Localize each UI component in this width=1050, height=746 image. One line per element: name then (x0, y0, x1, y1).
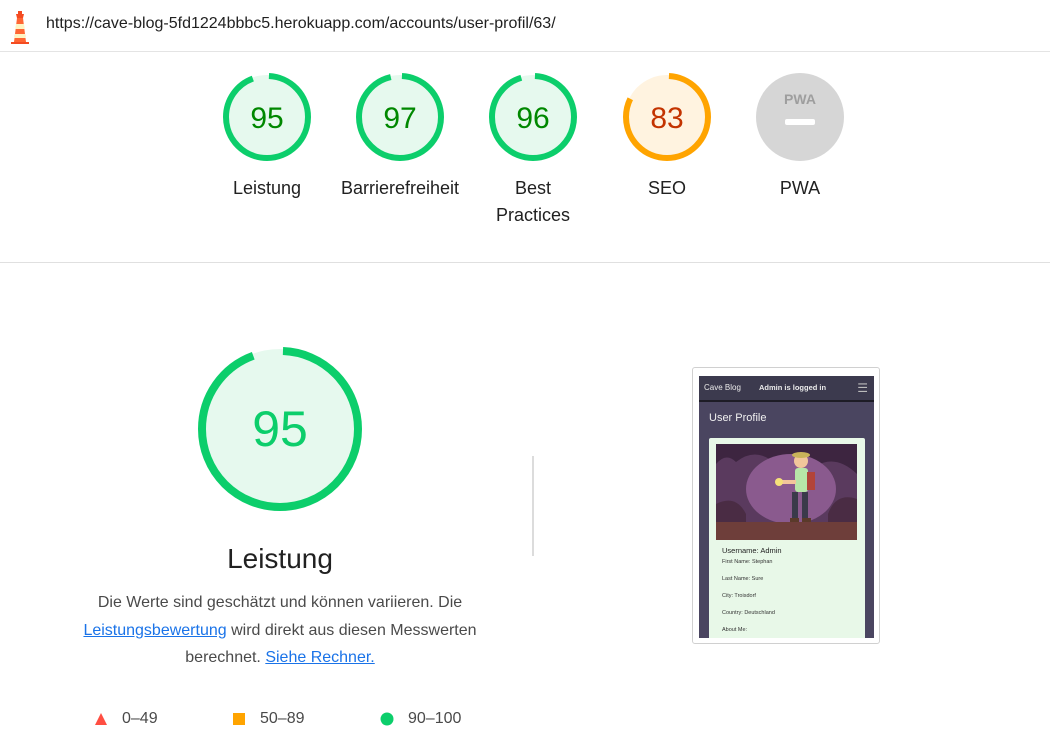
gauge-leistung[interactable]: 95 Leistung (197, 72, 337, 202)
gauge-ring: 95 (223, 73, 311, 161)
square-icon (233, 713, 245, 725)
screenshot-page-title: User Profile (709, 412, 767, 424)
circle-icon (380, 712, 394, 726)
desc-text-1: Die Werte sind geschätzt und können vari… (97, 594, 463, 611)
performance-section: 95 Leistung Die Werte sind geschätzt und… (70, 345, 490, 672)
gauge-seo[interactable]: 83 SEO (597, 72, 737, 202)
hamburger-icon: ☰ (857, 381, 868, 395)
cave-explorer-image (716, 444, 857, 540)
gauge-best-practices[interactable]: 96 Best Practices (463, 72, 603, 229)
siehe-rechner-link[interactable]: Siehe Rechner. (265, 649, 374, 666)
profile-row: Country: Deutschland (722, 610, 775, 616)
gauge-ring: 97 (356, 73, 444, 161)
pwa-badge-icon: PWA (756, 73, 844, 161)
screenshot-login-status: Admin is logged in (759, 383, 827, 392)
performance-score: 95 (252, 401, 308, 457)
gauge-score: 83 (650, 102, 683, 135)
legend-fail-label: 0–49 (122, 710, 158, 727)
leistungsbewertung-link[interactable]: Leistungsbewertung (83, 622, 226, 639)
score-gauges: 95 Leistung 97 Barrierefreiheit 96 Best … (0, 52, 1050, 263)
gauge-ring: 96 (489, 73, 577, 161)
profile-row: About Me: (722, 627, 748, 633)
page-url[interactable]: https://cave-blog-5fd1224bbbc5.herokuapp… (46, 15, 556, 33)
divider (532, 456, 534, 556)
gauge-score: 96 (516, 102, 549, 135)
gauge-label: Barrierefreiheit (340, 178, 460, 198)
screenshot-brand: Cave Blog (704, 383, 741, 392)
report-header: https://cave-blog-5fd1224bbbc5.herokuapp… (0, 0, 1050, 52)
triangle-icon (95, 713, 107, 725)
gauge-label: PWA (779, 178, 821, 198)
legend-fail: 0–49 (94, 706, 158, 732)
pwa-badge-text: PWA (784, 91, 816, 107)
performance-gauge: 95 (198, 347, 362, 511)
performance-title: Leistung (227, 543, 333, 574)
screenshot-navbar: Cave Blog Admin is logged in ☰ (699, 376, 874, 402)
legend-pass-label: 90–100 (408, 710, 462, 727)
gauge-label: SEO (647, 178, 686, 198)
performance-description: Die Werte sind geschätzt und können vari… (70, 589, 490, 672)
gauge-score: 97 (383, 102, 416, 135)
profile-info: Username: Admin First Name: Stephan Last… (722, 546, 862, 638)
gauge-pwa[interactable]: PWA PWA (730, 72, 870, 202)
profile-card: Username: Admin First Name: Stephan Last… (709, 438, 865, 638)
profile-row: First Name: Stephan (722, 559, 773, 565)
gauge-label: Leistung (232, 178, 302, 198)
gauge-barrierefreiheit[interactable]: 97 Barrierefreiheit (330, 72, 470, 202)
legend-average-label: 50–89 (260, 710, 305, 727)
legend-average: 50–89 (232, 706, 305, 732)
lighthouse-icon (11, 11, 29, 44)
screenshot-screen: Cave Blog Admin is logged in ☰ User Prof… (699, 376, 874, 638)
gauge-score: 95 (250, 102, 283, 135)
legend-pass: 90–100 (380, 706, 461, 732)
gauge-label: Best Practices (495, 178, 571, 225)
profile-row: Last Name: Sure (722, 576, 764, 582)
gauge-ring: 83 (623, 73, 711, 161)
profile-row: City: Troisdorf (722, 593, 756, 599)
final-screenshot[interactable]: Cave Blog Admin is logged in ☰ User Prof… (692, 367, 880, 644)
profile-username: Username: Admin (722, 546, 782, 555)
